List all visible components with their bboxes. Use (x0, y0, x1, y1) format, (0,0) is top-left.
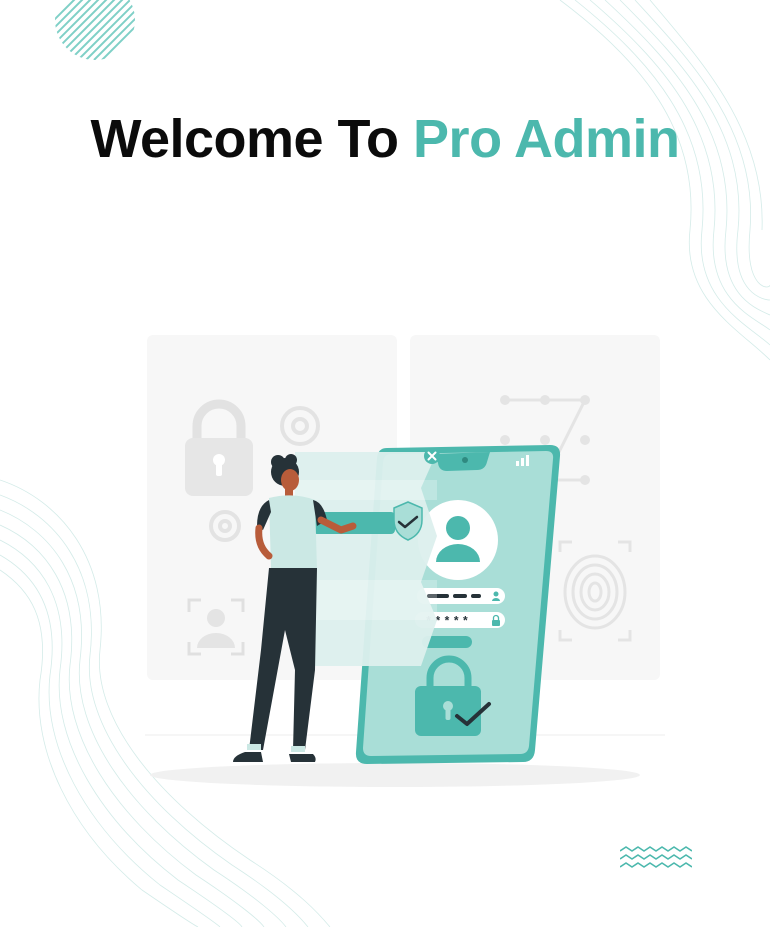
title-welcome-text: Welcome To (90, 109, 399, 169)
title-brand-text: Pro Admin (413, 109, 680, 169)
zigzag-decoration (620, 846, 692, 868)
striped-circle-decoration (55, 0, 135, 60)
page-title: Welcome To Pro Admin (0, 108, 770, 170)
screen-panel (295, 448, 440, 666)
close-icon (424, 448, 440, 464)
login-security-illustration: ***** (145, 335, 665, 787)
welcome-page: Welcome To Pro Admin ***** (0, 0, 770, 927)
